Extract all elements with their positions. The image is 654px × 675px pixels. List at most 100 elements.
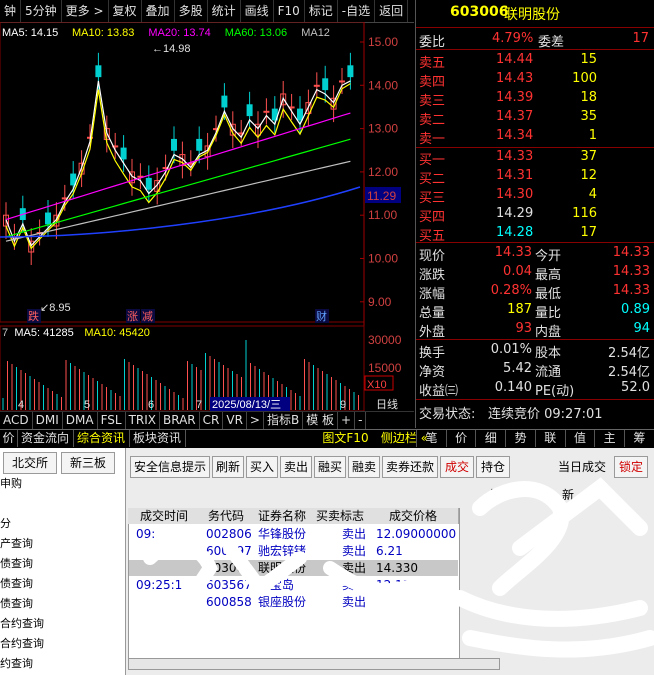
indicator-tab-9[interactable]: 指标B	[264, 412, 304, 429]
toolbar-item-10[interactable]: -自选	[338, 0, 376, 22]
indicator-tab-7[interactable]: VR	[223, 412, 247, 429]
indicator-tab-0[interactable]: ACD	[0, 412, 33, 429]
trade-status-label: 交易状态:	[419, 407, 476, 422]
indicator-tab-4[interactable]: TRIX	[126, 412, 161, 429]
bid-row[interactable]: 买二 14.31 12	[416, 167, 654, 187]
toolbar-item-6[interactable]: 统计	[208, 0, 241, 22]
indicator-tab-11[interactable]: +	[338, 412, 356, 429]
stat-label: 总量	[419, 306, 446, 321]
ask-row[interactable]: 卖三 14.39 18	[416, 89, 654, 109]
bid-vol: 17	[580, 225, 597, 240]
toolbar-item-7[interactable]: 画线	[241, 0, 274, 22]
toolbar-item-5[interactable]: 多股	[175, 0, 208, 22]
ask-vol: 35	[580, 109, 597, 124]
indicator-tab-5[interactable]: BRAR	[160, 412, 200, 429]
volume-legend-1: MA5: 41285	[14, 327, 73, 339]
stat-label: 净资	[419, 365, 446, 380]
quote-tab-1[interactable]: 价	[445, 430, 476, 447]
indicator-tab-10[interactable]: 模 板	[303, 412, 339, 429]
indicator-tab-2[interactable]: DMA	[63, 412, 98, 429]
candle-body	[297, 108, 303, 121]
price-tick: 10.00	[368, 252, 398, 266]
bottom-tab-1[interactable]: 资金流向	[17, 430, 74, 447]
stat-label: 涨跌	[419, 268, 446, 283]
x-axis-title: 日线	[376, 397, 398, 411]
stat2-row: 换手 0.01% 股本 2.54亿	[416, 341, 654, 361]
toolbar-item-4[interactable]: 叠加	[142, 0, 175, 22]
toolbar-item-2[interactable]: 更多 >	[62, 0, 109, 22]
stat-label: 收益㈢	[419, 384, 459, 399]
toolbar-item-8[interactable]: F10	[274, 0, 305, 22]
quote-tab-7[interactable]: 筹	[623, 430, 654, 447]
ma-legend-4: MA12	[301, 27, 330, 39]
stat-value: 14.33	[612, 283, 650, 298]
bottom-tab-0[interactable]: 价	[0, 430, 18, 447]
stat-row: 外盘 93 内盘 94	[416, 320, 654, 340]
quote-tab-3[interactable]: 势	[505, 430, 535, 447]
quote-tab-6[interactable]: 主	[594, 430, 624, 447]
indicator-tab-6[interactable]: CR	[200, 412, 224, 429]
toolbar-item-1[interactable]: 5分钟	[21, 0, 62, 22]
event-marker-3[interactable]: 财	[316, 309, 327, 323]
candle-body	[196, 138, 203, 151]
price-tick: 13.00	[368, 122, 398, 136]
candle-body	[171, 138, 177, 151]
bid-row[interactable]: 买一 14.33 37	[416, 148, 654, 168]
ask-label: 卖四	[419, 75, 446, 90]
toolbar-item-3[interactable]: 复权	[109, 0, 142, 22]
bid-label: 买二	[419, 172, 446, 187]
stat-value: 2.54亿	[608, 365, 650, 380]
stat-value: 0.01%	[490, 342, 532, 357]
indicator-tabs: ACD DMI DMA FSL TRIX BRAR CR VR > 指标B 模 板 + -	[0, 411, 414, 429]
indicator-tab-12[interactable]: -	[355, 412, 367, 429]
bid-vol: 37	[580, 149, 597, 164]
bid-row[interactable]: 买五 14.28 17	[416, 224, 654, 244]
stat-value: 93	[515, 321, 532, 336]
side-tab-0[interactable]: 图文F10	[316, 430, 375, 447]
toolbar-item-11[interactable]: 返回	[375, 0, 409, 22]
quote-tab-5[interactable]: 值	[564, 430, 595, 447]
ma60-line	[5, 138, 351, 238]
webi-value: 4.79%	[492, 31, 534, 46]
stat-label: 股本	[535, 346, 562, 361]
toolbar-item-9[interactable]: 标记	[305, 0, 338, 22]
chart-toolbar: 钟 5分钟 更多 > 复权 叠加 多股 统计 画线 F10 标记 -自选 返回	[0, 0, 414, 23]
indicator-tab-8[interactable]: >	[247, 412, 264, 429]
bid-row[interactable]: 买三 14.30 4	[416, 186, 654, 206]
toolbar-item-0[interactable]: 钟	[0, 0, 22, 22]
stat-value: 14.33	[612, 264, 650, 279]
ask-row[interactable]: 卖二 14.37 35	[416, 108, 654, 128]
ask-label: 卖五	[419, 56, 446, 71]
ask-price: 14.43	[496, 71, 534, 86]
quote-tab-2[interactable]: 细	[475, 430, 505, 447]
kline-chart[interactable]: MA5: 14.15 MA10: 13.83 MA20: 13.74 MA60: 13…	[0, 22, 414, 411]
quote-tab-4[interactable]: 联	[534, 430, 565, 447]
event-marker-1[interactable]: 涨	[127, 310, 138, 323]
ask-vol: 100	[572, 71, 597, 86]
volume-tick: 15000	[368, 361, 402, 375]
bid-label: 买三	[419, 191, 446, 206]
ask-vol: 15	[580, 52, 597, 67]
trading-panel: 北交所 新三板 申购分产查询 债查询 债查询 债查询 合约查询 合约查询 约查询 安全信息提示…	[0, 448, 654, 675]
candle-body	[339, 80, 345, 83]
quote-tab-0[interactable]: 笔	[416, 430, 446, 447]
stat-row: 总量 187 量比 0.89	[416, 301, 654, 321]
ask-row[interactable]: 卖五 14.44 15	[416, 51, 654, 71]
ask-price: 14.37	[496, 109, 534, 124]
event-marker-2[interactable]: 减	[142, 310, 153, 323]
ask-row[interactable]: 卖四 14.43 100	[416, 70, 654, 90]
stat-label: 外盘	[419, 325, 446, 340]
bottom-tab-strip: 价资金流向 综合资讯 板块资讯 图文F10 侧边栏 «笔价细势联值主筹	[0, 429, 654, 448]
bottom-tab-2[interactable]: 综合资讯	[73, 430, 130, 447]
bid-vol: 12	[580, 168, 597, 183]
indicator-tab-1[interactable]: DMI	[33, 412, 63, 429]
price-tick: 12.00	[368, 165, 398, 179]
ask-row[interactable]: 卖一 14.34 1	[416, 127, 654, 147]
stat-label: 今开	[535, 249, 562, 264]
bid-row[interactable]: 买四 14.29 116	[416, 205, 654, 225]
indicator-tab-3[interactable]: FSL	[98, 412, 126, 429]
candle-body	[347, 65, 354, 78]
bottom-tab-3[interactable]: 板块资讯	[129, 430, 186, 447]
event-marker-0[interactable]: 跌	[28, 309, 39, 323]
scribble-overlay	[143, 477, 654, 658]
